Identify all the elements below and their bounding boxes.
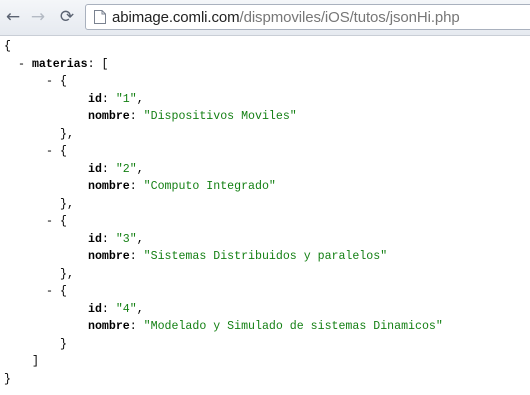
item-open-brace: { — [59, 215, 67, 228]
collapse-toggle-icon[interactable]: - — [46, 145, 53, 158]
id-value: "3" — [115, 232, 137, 246]
key-id: id — [88, 232, 102, 246]
colon: : — [129, 250, 144, 263]
json-item-close-line: }, — [60, 198, 74, 212]
json-open-line: { — [4, 40, 11, 54]
json-close-bracket-line: ] — [32, 355, 39, 369]
key-id: id — [88, 162, 102, 176]
back-arrow-icon: ← — [5, 6, 21, 27]
item-close-brace: }, — [60, 197, 74, 211]
colon: : — [101, 162, 116, 176]
comma: , — [136, 92, 144, 106]
json-id-line: id: "3", — [88, 233, 144, 247]
json-materias-line: - materias: [ — [18, 58, 109, 72]
json-item-open-line: - { — [46, 215, 67, 229]
json-close-line: } — [4, 373, 11, 387]
json-item-close-line: }, — [60, 128, 74, 142]
json-item-open-line: - { — [46, 285, 67, 299]
colon: : — [129, 180, 144, 193]
collapse-toggle-icon[interactable]: - — [46, 215, 53, 228]
item-close-brace: } — [60, 337, 67, 351]
key-id: id — [88, 302, 102, 316]
comma: , — [136, 232, 144, 246]
colon: : — [129, 110, 144, 123]
id-value: "4" — [115, 302, 137, 316]
json-nombre-line: nombre: "Sistemas Distribuidos y paralel… — [88, 250, 387, 264]
json-id-line: id: "2", — [88, 163, 144, 177]
json-nombre-line: nombre: "Dispositivos Moviles" — [88, 110, 297, 124]
colon: : — [101, 302, 116, 316]
colon: : — [87, 57, 102, 71]
comma: , — [136, 162, 144, 176]
colon: : — [101, 92, 116, 106]
json-id-line: id: "1", — [88, 93, 144, 107]
json-item-close-line: } — [60, 338, 67, 352]
item-open-brace: { — [59, 75, 67, 88]
item-close-brace: }, — [60, 127, 74, 141]
json-item-open-line: - { — [46, 75, 67, 89]
key-nombre: nombre — [88, 110, 130, 123]
key-nombre: nombre — [88, 320, 130, 333]
nombre-value: "Sistemas Distribuidos y paralelos" — [143, 250, 388, 263]
reload-button[interactable]: ⟳ — [56, 6, 78, 28]
page-icon — [92, 9, 108, 25]
nombre-value: "Modelado y Simulado de sistemas Dinamic… — [143, 320, 443, 333]
nombre-value: "Dispositivos Moviles" — [143, 110, 297, 123]
address-bar[interactable]: abimage.comli.com/dispmoviles/iOS/tutos/… — [85, 4, 530, 30]
item-open-brace: { — [59, 285, 67, 298]
item-close-brace: }, — [60, 267, 74, 281]
json-item-open-line: - { — [46, 145, 67, 159]
key-id: id — [88, 92, 102, 106]
id-value: "2" — [115, 162, 137, 176]
key-nombre: nombre — [88, 180, 130, 193]
json-nombre-line: nombre: "Computo Integrado" — [88, 180, 276, 194]
open-brace: { — [4, 40, 11, 53]
collapse-toggle-icon[interactable]: - — [46, 75, 53, 88]
url-path: /dispmoviles/iOS/tutos/jsonHi.php — [239, 8, 460, 26]
browser-toolbar: ← → ⟳ abimage.comli.com/dispmoviles/iOS/… — [0, 0, 530, 36]
colon: : — [129, 320, 144, 333]
colon: : — [101, 232, 116, 246]
close-bracket: ] — [32, 355, 39, 368]
collapse-toggle-icon[interactable]: - — [18, 58, 25, 71]
comma: , — [136, 302, 144, 316]
url-host: abimage.comli.com — [112, 8, 240, 26]
json-nombre-line: nombre: "Modelado y Simulado de sistemas… — [88, 320, 443, 334]
key-materias: materias — [31, 57, 88, 71]
url-text[interactable]: abimage.comli.com/dispmoviles/iOS/tutos/… — [112, 9, 460, 26]
open-bracket: [ — [101, 57, 109, 71]
json-id-line: id: "4", — [88, 303, 144, 317]
forward-arrow-icon: → — [30, 6, 46, 27]
close-brace: } — [4, 372, 11, 386]
item-open-brace: { — [59, 145, 67, 158]
back-button[interactable]: ← — [2, 6, 24, 28]
collapse-toggle-icon[interactable]: - — [46, 285, 53, 298]
forward-button[interactable]: → — [27, 6, 49, 28]
id-value: "1" — [115, 92, 137, 106]
nombre-value: "Computo Integrado" — [143, 180, 276, 193]
json-item-close-line: }, — [60, 268, 74, 282]
key-nombre: nombre — [88, 250, 130, 263]
reload-icon: ⟳ — [59, 6, 75, 27]
